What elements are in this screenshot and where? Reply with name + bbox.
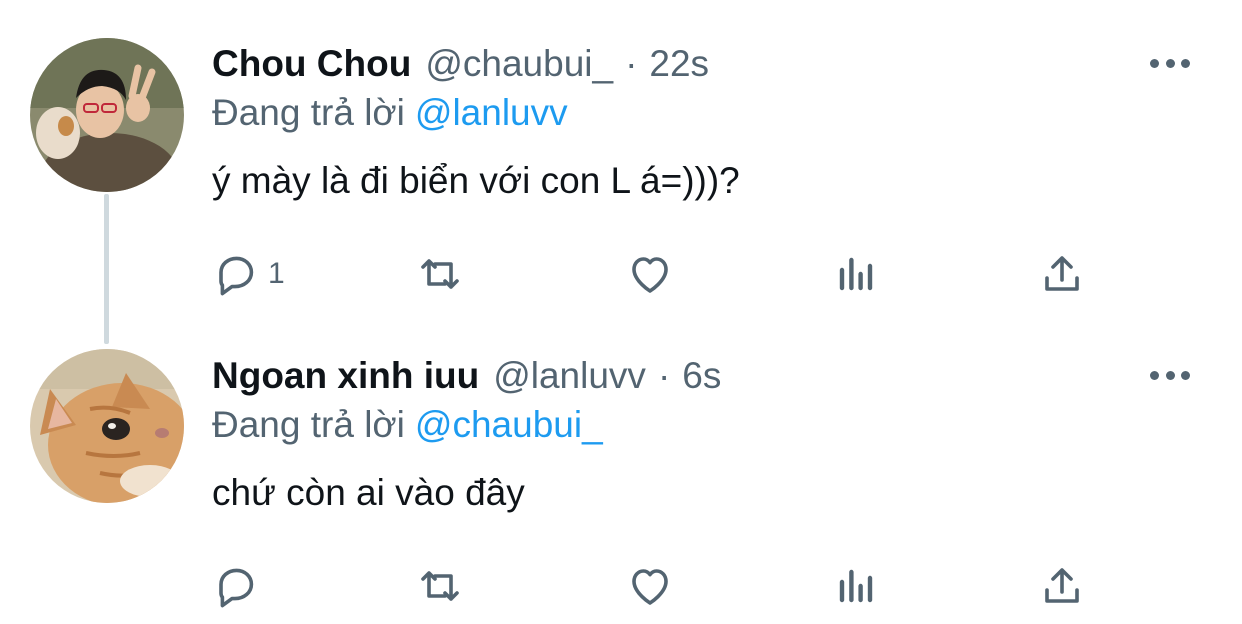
views-button[interactable] (832, 246, 880, 302)
reply-button[interactable] (212, 558, 268, 614)
reply-prefix: Đang trả lời (212, 92, 405, 133)
avatar[interactable] (30, 349, 184, 503)
share-icon (1045, 256, 1079, 291)
reply-mention-link[interactable]: @lanluvv (415, 92, 568, 133)
display-name[interactable]: Chou Chou (212, 43, 411, 85)
user-handle[interactable]: @chaubui_ (425, 43, 613, 85)
replying-to: Đang trả lời @lanluvv (212, 92, 568, 134)
action-bar: 1 (0, 246, 1242, 302)
user-handle[interactable]: @lanluvv (493, 355, 646, 397)
reply-prefix: Đang trả lời (212, 404, 405, 445)
tweet-header: Chou Chou @chaubui_ · 22s (212, 40, 709, 88)
tweet-text: chứ còn ai vào đây (212, 472, 525, 513)
more-icon[interactable] (1150, 52, 1190, 74)
timestamp[interactable]: 6s (682, 355, 721, 397)
reply-icon (219, 568, 254, 608)
like-button[interactable] (626, 558, 674, 614)
reply-mention-link[interactable]: @chaubui_ (415, 404, 603, 445)
more-icon[interactable] (1150, 364, 1190, 386)
avatar[interactable] (30, 38, 184, 192)
retweet-button[interactable] (416, 558, 464, 614)
retweet-button[interactable] (416, 246, 464, 302)
reply-button[interactable]: 1 (212, 246, 285, 302)
person-photo-avatar (30, 38, 184, 192)
share-icon (1045, 568, 1079, 603)
views-button[interactable] (832, 558, 880, 614)
retweet-icon (421, 259, 459, 289)
tweet-1[interactable]: Chou Chou @chaubui_ · 22s Đang trả lời @l… (0, 0, 1242, 312)
share-button[interactable] (1038, 558, 1086, 614)
separator-dot: · (625, 43, 638, 84)
reply-icon (219, 256, 254, 296)
like-icon (632, 569, 668, 605)
timestamp[interactable]: 22s (649, 43, 709, 85)
reply-count: 1 (268, 257, 285, 290)
cat-photo-avatar (30, 349, 184, 503)
action-bar (0, 558, 1242, 614)
tweet-2[interactable]: Ngoan xinh iuu @lanluvv · 6s Đang trả lờ… (0, 312, 1242, 624)
views-icon (839, 257, 873, 291)
like-button[interactable] (626, 246, 674, 302)
tweet-text: ý mày là đi biển với con L á=)))? (212, 160, 740, 201)
replying-to: Đang trả lời @chaubui_ (212, 404, 603, 446)
separator-dot: · (657, 355, 671, 396)
like-icon (632, 257, 668, 293)
tweet-header: Ngoan xinh iuu @lanluvv · 6s (212, 352, 721, 400)
views-icon (839, 569, 873, 603)
share-button[interactable] (1038, 246, 1086, 302)
retweet-icon (421, 571, 459, 601)
display-name[interactable]: Ngoan xinh iuu (212, 355, 479, 397)
